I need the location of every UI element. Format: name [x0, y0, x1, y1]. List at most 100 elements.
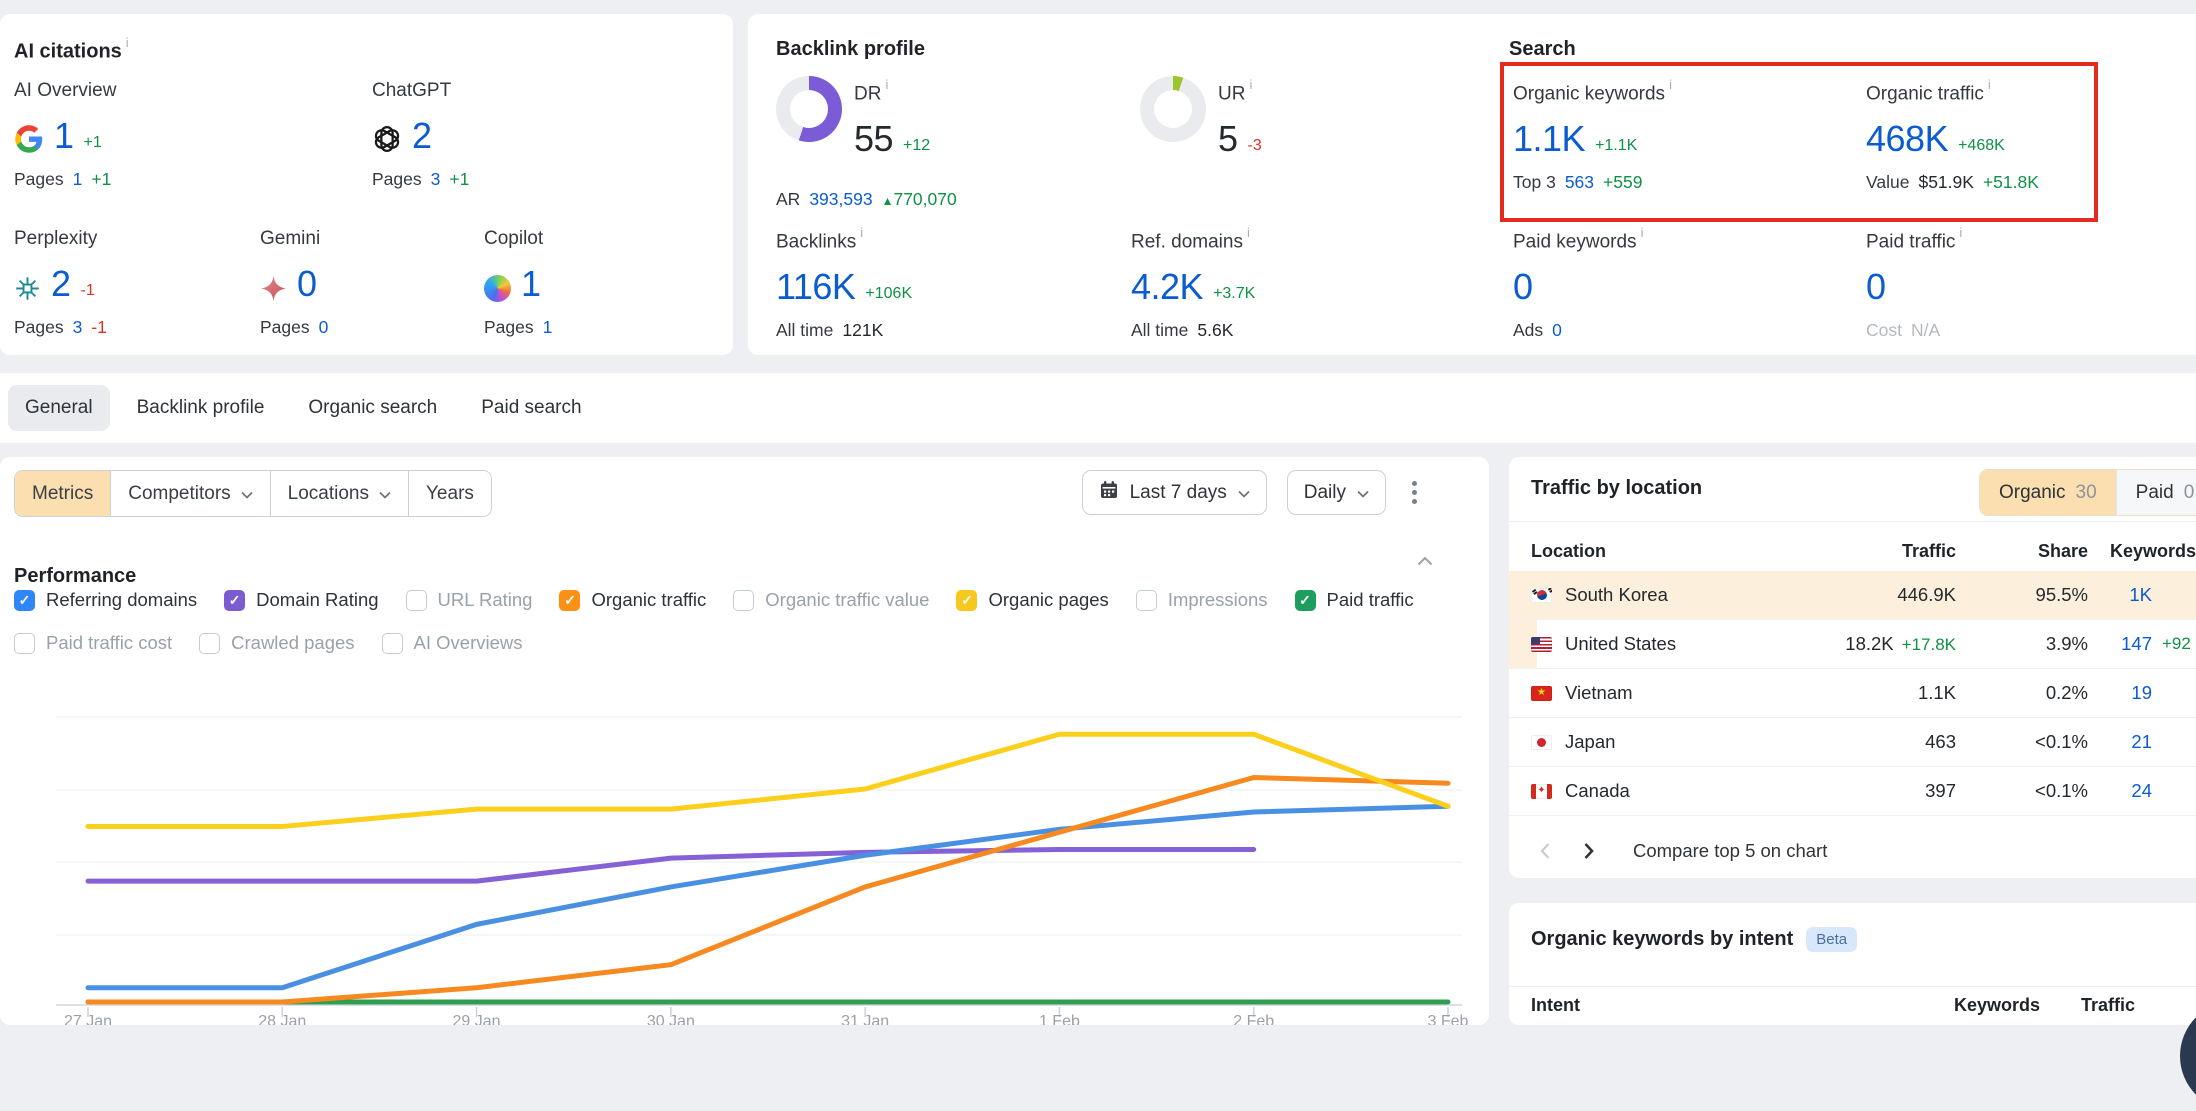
chevron-down-icon	[1238, 482, 1250, 504]
unchecked-checkbox-icon[interactable]	[14, 633, 35, 654]
traffic-cell: 397	[1796, 780, 1956, 802]
metric-value[interactable]: 1	[521, 265, 541, 302]
flag-icon-us	[1531, 637, 1552, 652]
ar-rank[interactable]: 393,593	[809, 189, 872, 210]
unchecked-checkbox-icon[interactable]	[1136, 590, 1157, 611]
traffic-cell: 463	[1796, 731, 1956, 753]
metric-label: Backlinksi	[776, 228, 912, 253]
unchecked-checkbox-icon[interactable]	[406, 590, 427, 611]
location-name: United States	[1531, 633, 1796, 655]
x-tick-label: 27 Jan	[48, 1013, 128, 1025]
pages-count[interactable]: 0	[319, 317, 329, 338]
location-row-vietnam[interactable]: Vietnam1.1K0.2%19	[1509, 669, 2196, 718]
competitors-button[interactable]: Competitors	[110, 471, 269, 516]
keywords-link[interactable]: 19	[2088, 682, 2152, 704]
granularity-button[interactable]: Daily	[1287, 470, 1386, 515]
chart-line-domain-rating	[88, 849, 1254, 881]
up-triangle-icon: ▲	[882, 194, 894, 208]
tab-general[interactable]: General	[8, 385, 110, 431]
metric-value[interactable]: 2	[51, 265, 71, 302]
keywords-link[interactable]: 147	[2088, 633, 2152, 655]
compare-top5-link[interactable]: Compare top 5 on chart	[1633, 840, 1827, 862]
metrics-button[interactable]: Metrics	[15, 471, 110, 516]
pages-count[interactable]: 1	[73, 169, 83, 190]
location-row-united-states[interactable]: United States18.2K+17.8K3.9%147+92	[1509, 620, 2196, 669]
share-cell: <0.1%	[1956, 780, 2088, 802]
pages-count[interactable]: 1	[543, 317, 553, 338]
checkbox-ai-overviews[interactable]: AI Overviews	[382, 632, 523, 654]
tab-paid-search[interactable]: Paid search	[464, 385, 598, 431]
checkbox-paid-traffic[interactable]: ✓Paid traffic	[1295, 589, 1414, 611]
checkbox-paid-traffic-cost[interactable]: Paid traffic cost	[14, 632, 172, 654]
location-name: Vietnam	[1531, 682, 1796, 704]
chart-x-axis-labels: 27 Jan28 Jan29 Jan30 Jan31 Jan1 Feb2 Feb…	[0, 1013, 1489, 1025]
tab-organic-search[interactable]: Organic search	[291, 385, 454, 431]
metric-value[interactable]: 0	[297, 265, 317, 302]
checkbox-url-rating[interactable]: URL Rating	[406, 589, 533, 611]
beta-badge: Beta	[1806, 927, 1857, 952]
checkbox-organic-pages[interactable]: ✓Organic pages	[956, 589, 1108, 611]
pages-row: Pages 0	[260, 317, 328, 338]
metric-dr: DRi 55 +12	[854, 80, 930, 157]
location-row-japan[interactable]: Japan463<0.1%21	[1509, 718, 2196, 767]
checkbox-domain-rating[interactable]: ✓Domain Rating	[224, 589, 378, 611]
copilot-icon	[484, 275, 511, 302]
keywords-link[interactable]: 1K	[2088, 584, 2152, 606]
checked-checkbox-icon[interactable]: ✓	[1295, 590, 1316, 611]
share-cell: <0.1%	[1956, 731, 2088, 753]
unchecked-checkbox-icon[interactable]	[382, 633, 403, 654]
metric-value[interactable]: 468K	[1866, 120, 1948, 157]
metric-value[interactable]: 1	[54, 117, 74, 154]
years-button[interactable]: Years	[408, 471, 491, 516]
metric-value[interactable]: 0	[1513, 268, 1533, 305]
metric-value[interactable]: 116K	[776, 268, 855, 305]
metric-ur: URi 5 -3	[1218, 80, 1262, 157]
metric-value[interactable]: 0	[1866, 268, 1886, 305]
share-cell: 3.9%	[1956, 633, 2088, 655]
next-page-icon[interactable]	[1567, 829, 1611, 873]
checked-checkbox-icon[interactable]: ✓	[559, 590, 580, 611]
tab-backlink-profile[interactable]: Backlink profile	[120, 385, 282, 431]
paid-tab[interactable]: Paid 0	[2116, 470, 2196, 515]
keywords-link[interactable]: 21	[2088, 731, 2152, 753]
prev-page-icon[interactable]	[1523, 829, 1567, 873]
location-name: South Korea	[1531, 584, 1796, 606]
organic-tab[interactable]: Organic 30	[1980, 470, 2116, 515]
pages-count[interactable]: 3	[431, 169, 441, 190]
location-row-south-korea[interactable]: South Korea446.9K95.5%1K	[1509, 571, 2196, 620]
checkbox-referring-domains[interactable]: ✓Referring domains	[14, 589, 197, 611]
collapse-chevron-icon[interactable]	[1417, 553, 1433, 571]
metric-value[interactable]: 4.2K	[1131, 268, 1203, 305]
keywords-link[interactable]: 24	[2088, 780, 2152, 802]
performance-chart[interactable]	[0, 669, 1489, 1019]
unchecked-checkbox-icon[interactable]	[199, 633, 220, 654]
chatgpt-icon	[372, 124, 402, 154]
checked-checkbox-icon[interactable]: ✓	[14, 590, 35, 611]
ar-row: AR 393,593 ▲770,070	[776, 189, 957, 210]
location-row-canada[interactable]: Canada397<0.1%24	[1509, 767, 2196, 816]
date-range-button[interactable]: Last 7 days	[1082, 470, 1267, 515]
checkbox-organic-traffic[interactable]: ✓Organic traffic	[559, 589, 706, 611]
checkbox-label: Organic traffic value	[765, 589, 929, 611]
column-intent: Intent	[1531, 995, 1900, 1016]
view-switcher: Metrics Competitors Locations Years	[14, 470, 492, 517]
metric-label: Ref. domainsi	[1131, 228, 1255, 253]
top3-count[interactable]: 563	[1565, 172, 1594, 193]
checked-checkbox-icon[interactable]: ✓	[224, 590, 245, 611]
pages-count[interactable]: 3	[73, 317, 83, 338]
metric-delta: +106K	[865, 285, 912, 302]
traffic-by-location-title: Traffic by location	[1531, 477, 1702, 500]
more-options-button[interactable]	[1406, 475, 1423, 510]
checked-checkbox-icon[interactable]: ✓	[956, 590, 977, 611]
divider	[1509, 986, 2196, 987]
keywords-by-intent-card: Organic keywords by intent Beta Intent K…	[1509, 903, 2196, 1025]
locations-button[interactable]: Locations	[270, 471, 408, 516]
checkbox-impressions[interactable]: Impressions	[1136, 589, 1268, 611]
unchecked-checkbox-icon[interactable]	[733, 590, 754, 611]
checkbox-crawled-pages[interactable]: Crawled pages	[199, 632, 354, 654]
x-tick-label: 30 Jan	[631, 1013, 711, 1025]
metric-value[interactable]: 2	[412, 117, 432, 154]
metric-value[interactable]: 1.1K	[1513, 120, 1585, 157]
checkbox-organic-traffic-value[interactable]: Organic traffic value	[733, 589, 929, 611]
info-icon: i	[1988, 77, 1991, 92]
